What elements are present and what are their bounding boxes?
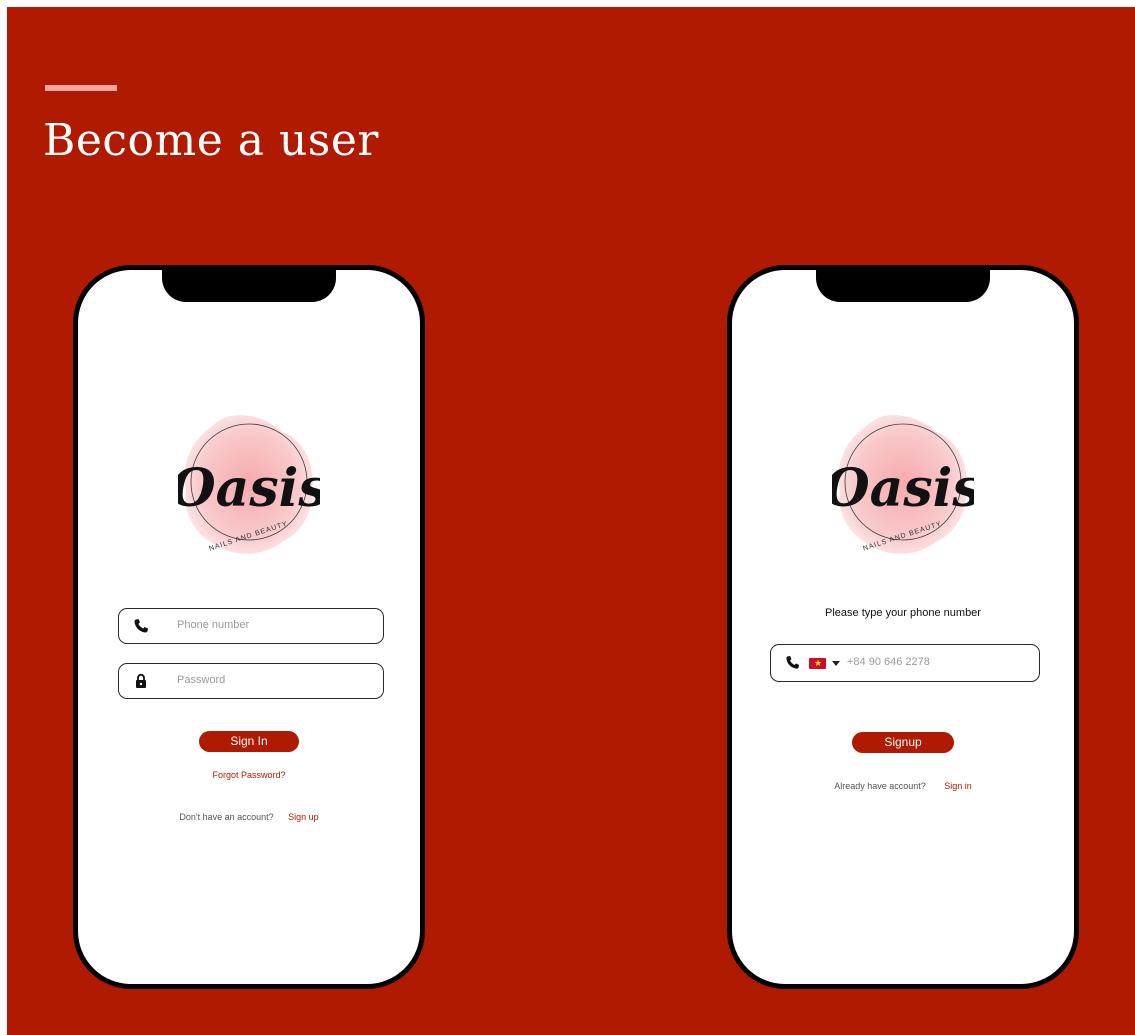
no-account-text: Don't have an account?: [179, 812, 274, 822]
phone-number-input[interactable]: Phone number: [118, 608, 384, 644]
country-dropdown-caret-icon[interactable]: [832, 661, 840, 666]
sign-in-button[interactable]: Sign In: [199, 731, 299, 752]
sign-up-link[interactable]: Sign up: [288, 812, 319, 822]
oasis-logo: Oasis NAILS AND BEAUTY: [170, 410, 328, 560]
signin-phone-mockup: Oasis NAILS AND BEAUTY Phone number Pass…: [73, 265, 425, 989]
signin-prompt-row: Already have account? Sign in: [732, 776, 1074, 794]
sign-in-link[interactable]: Sign in: [944, 781, 972, 791]
page-title: Become a user: [43, 115, 379, 166]
signup-button[interactable]: Signup: [852, 732, 954, 753]
phone-number-placeholder: Phone number: [177, 619, 250, 631]
phone-icon: [134, 619, 148, 633]
have-account-text: Already have account?: [834, 781, 926, 791]
phone-prompt-text: Please type your phone number: [825, 607, 981, 619]
slide-background: Become a user Oasis NAILS AND BEAUTY Pho…: [7, 7, 1135, 1035]
forgot-password-link[interactable]: Forgot Password?: [212, 770, 285, 780]
phone-icon: [786, 655, 800, 669]
svg-text:Oasis: Oasis: [832, 458, 974, 519]
signup-phone-placeholder: +84 90 646 2278: [847, 656, 930, 668]
phone-notch: [162, 270, 336, 302]
signup-prompt-row: Don't have an account? Sign up: [78, 807, 420, 825]
phone-notch: [816, 270, 990, 302]
lock-icon: [136, 673, 146, 688]
password-placeholder: Password: [177, 674, 226, 686]
password-input[interactable]: Password: [118, 663, 384, 699]
oasis-logo: Oasis NAILS AND BEAUTY: [824, 410, 982, 560]
forgot-password-row: Forgot Password?: [78, 765, 420, 783]
accent-line: [45, 85, 117, 91]
signup-phone-input[interactable]: ★ +84 90 646 2278: [770, 644, 1040, 682]
svg-text:Oasis: Oasis: [178, 458, 320, 519]
vietnam-flag-icon[interactable]: ★: [809, 658, 826, 669]
signup-phone-mockup: Oasis NAILS AND BEAUTY Please type your …: [727, 265, 1079, 989]
